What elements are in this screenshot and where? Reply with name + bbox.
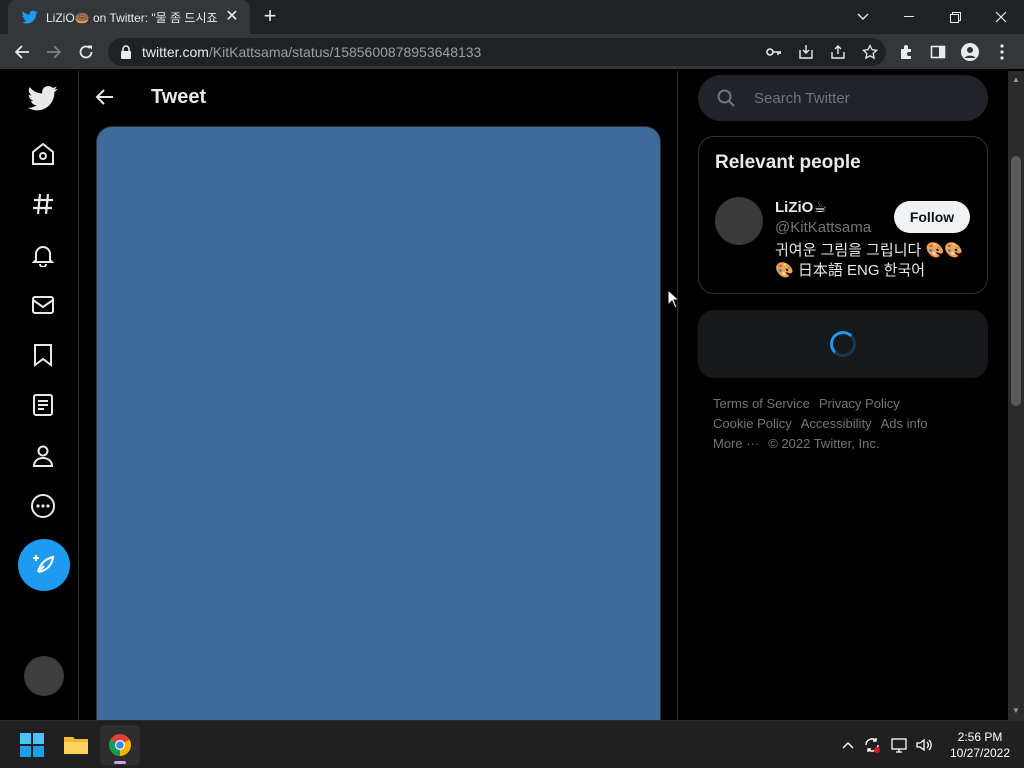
search-icon — [717, 89, 735, 107]
lock-icon[interactable] — [120, 45, 132, 59]
more-options-icon[interactable] — [27, 490, 59, 522]
tweet-header: Tweet — [79, 71, 677, 124]
relevant-people-title: Relevant people — [715, 152, 861, 173]
loading-spinner-icon — [830, 331, 856, 357]
browser-toolbar: twitter.com/KitKattsama/status/158560087… — [0, 34, 1024, 70]
feather-plus-icon — [33, 555, 55, 573]
scroll-thumb[interactable] — [1011, 156, 1021, 406]
loading-card — [698, 310, 988, 378]
system-clock[interactable]: 2:56 PM 10/27/2022 — [944, 729, 1016, 761]
lists-icon[interactable] — [27, 389, 59, 421]
notifications-bell-icon[interactable] — [27, 239, 59, 271]
footer-link-privacy[interactable]: Privacy Policy — [819, 396, 900, 411]
tab-title: LiZiO🍩 on Twitter: "물 좀 드시죠 — [46, 10, 218, 25]
browser-tab[interactable]: LiZiO🍩 on Twitter: "물 좀 드시죠 ✕ — [8, 0, 250, 34]
start-button[interactable] — [12, 725, 52, 765]
sync-status-icon[interactable] — [862, 735, 882, 755]
account-avatar[interactable] — [24, 656, 64, 696]
windows-taskbar: 2:56 PM 10/27/2022 — [0, 720, 1024, 768]
new-tab-button[interactable]: + — [258, 5, 282, 29]
reload-icon[interactable] — [74, 40, 98, 64]
tweet-media-placeholder[interactable] — [96, 126, 661, 720]
tab-close-icon[interactable]: ✕ — [224, 9, 240, 25]
twitter-favicon-icon — [22, 10, 38, 24]
page-scrollbar[interactable]: ▲ ▼ — [1008, 71, 1024, 720]
forward-nav-icon[interactable] — [42, 40, 66, 64]
explore-hashtag-icon[interactable] — [27, 188, 59, 220]
side-panel-icon[interactable] — [926, 40, 950, 64]
main-column: Tweet — [79, 71, 678, 720]
person-bio: 귀여운 그림을 그립니다 🎨🎨🎨 日本語 ENG 한국어 — [775, 242, 963, 279]
profile-icon[interactable] — [958, 40, 982, 64]
clock-time: 2:56 PM — [957, 730, 1003, 744]
follow-button[interactable]: Follow — [894, 201, 970, 233]
clock-date: 10/27/2022 — [949, 746, 1011, 760]
tab-search-chevron-icon[interactable] — [840, 0, 886, 34]
chrome-taskbar-button[interactable] — [100, 725, 140, 765]
page-title: Tweet — [151, 86, 207, 108]
footer-link-more[interactable]: More ··· — [713, 436, 759, 451]
folder-icon — [64, 737, 88, 754]
extensions-puzzle-icon[interactable] — [894, 40, 918, 64]
file-explorer-button[interactable] — [56, 725, 96, 765]
active-app-indicator — [114, 761, 126, 764]
bookmarks-icon[interactable] — [27, 339, 59, 371]
address-bar[interactable]: twitter.com/KitKattsama/status/158560087… — [108, 38, 886, 66]
browser-tab-strip: LiZiO🍩 on Twitter: "물 좀 드시죠 ✕ + — [0, 0, 1024, 34]
back-nav-icon[interactable] — [10, 40, 34, 64]
scroll-down-icon[interactable]: ▼ — [1012, 707, 1020, 715]
install-app-icon[interactable] — [796, 42, 816, 62]
search-placeholder: Search Twitter — [754, 89, 850, 107]
bookmark-star-icon[interactable] — [860, 42, 880, 62]
url-path: /KitKattsama/status/1585600878953648133 — [208, 44, 482, 60]
person-name[interactable]: LiZiO☕ — [775, 198, 827, 216]
footer-links: Terms of Service Privacy Policy Cookie Po… — [713, 394, 983, 454]
back-arrow-icon[interactable] — [93, 85, 117, 109]
footer-link-cookie[interactable]: Cookie Policy — [713, 416, 792, 431]
messages-envelope-icon[interactable] — [27, 289, 59, 321]
person-avatar[interactable] — [715, 197, 763, 245]
footer-link-ads-info[interactable]: Ads info — [881, 416, 928, 431]
relevant-people-card: Relevant people LiZiO☕ @KitKattsama 귀여운 … — [698, 136, 988, 294]
search-input[interactable]: Search Twitter — [698, 75, 988, 121]
left-navigation — [0, 71, 79, 720]
scroll-up-icon[interactable]: ▲ — [1012, 76, 1020, 84]
share-icon[interactable] — [828, 42, 848, 62]
home-icon[interactable] — [27, 138, 59, 170]
close-window-icon[interactable] — [978, 0, 1024, 34]
page-viewport: Tweet Search Twitter Relevant people LiZ… — [0, 71, 1008, 720]
profile-person-icon[interactable] — [27, 440, 59, 472]
kebab-menu-icon[interactable] — [990, 40, 1014, 64]
footer-copyright: © 2022 Twitter, Inc. — [768, 436, 880, 451]
footer-link-terms[interactable]: Terms of Service — [713, 396, 810, 411]
volume-icon[interactable] — [914, 735, 934, 755]
footer-link-accessibility[interactable]: Accessibility — [801, 416, 872, 431]
restore-icon[interactable] — [932, 0, 978, 34]
tray-overflow-chevron-icon[interactable] — [838, 735, 858, 755]
mouse-cursor-icon — [667, 289, 681, 309]
windows-logo-icon — [20, 733, 44, 757]
network-icon[interactable] — [890, 735, 910, 755]
key-icon[interactable] — [764, 42, 784, 62]
url-host: twitter.com — [142, 44, 209, 60]
compose-tweet-button[interactable] — [18, 539, 70, 591]
minimize-icon[interactable] — [886, 0, 932, 34]
twitter-logo-icon[interactable] — [27, 82, 59, 114]
person-handle[interactable]: @KitKattsama — [775, 219, 871, 236]
chrome-logo-icon — [109, 734, 131, 756]
